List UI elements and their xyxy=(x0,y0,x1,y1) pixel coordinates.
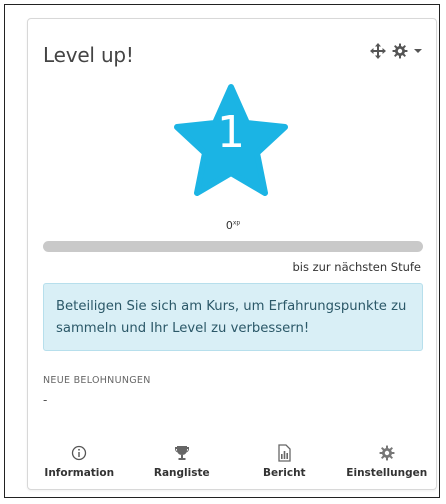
report-icon xyxy=(278,444,291,462)
xp-value: 0 xyxy=(225,219,233,232)
level-badge: 1 xyxy=(171,81,291,201)
block-footer-nav: Information Rangliste Bericht Einstellun… xyxy=(28,443,438,487)
rewards-heading: NEUE BELOHNUNGEN xyxy=(43,375,151,386)
nav-information[interactable]: Information xyxy=(33,443,125,487)
nav-rangliste-label: Rangliste xyxy=(153,467,210,479)
next-level-label: bis zur nächsten Stufe xyxy=(292,260,421,274)
caret-down-icon[interactable] xyxy=(414,47,422,55)
level-up-block: Level up! 1 0xp bis zur nächsten Stufe B… xyxy=(27,18,437,490)
block-controls xyxy=(370,43,422,59)
xp-unit: xp xyxy=(232,219,241,227)
gear-icon[interactable] xyxy=(392,43,408,59)
level-number: 1 xyxy=(217,107,245,158)
trophy-icon xyxy=(174,446,189,460)
block-title: Level up! xyxy=(43,43,134,67)
nav-einstellungen-label: Einstellungen xyxy=(346,467,428,479)
move-icon[interactable] xyxy=(370,43,386,59)
gear-icon xyxy=(379,445,395,461)
nav-information-label: Information xyxy=(44,467,115,479)
nav-rangliste[interactable]: Rangliste xyxy=(136,443,228,487)
xp-total: 0xp xyxy=(28,219,438,232)
nav-einstellungen[interactable]: Einstellungen xyxy=(341,443,433,487)
info-icon xyxy=(72,445,87,461)
rewards-value: - xyxy=(43,393,48,407)
xp-progress-bar xyxy=(43,241,423,252)
info-notice: Beteiligen Sie sich am Kurs, um Erfahrun… xyxy=(43,283,423,351)
nav-bericht-label: Bericht xyxy=(262,467,306,479)
nav-bericht[interactable]: Bericht xyxy=(238,443,330,487)
